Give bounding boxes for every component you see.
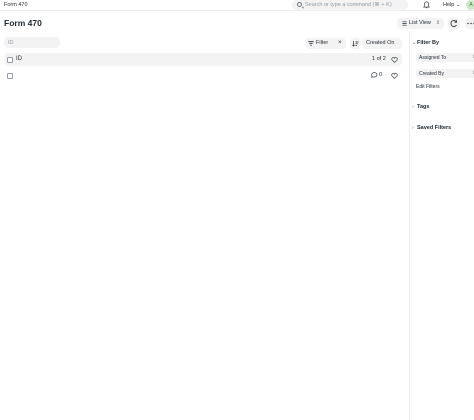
- filter-button[interactable]: Filter ×: [305, 38, 346, 49]
- filter-label: Filter: [316, 40, 329, 46]
- avatar[interactable]: A: [466, 0, 474, 10]
- list-view-label: List View: [409, 20, 431, 26]
- created-by-select[interactable]: Created By ⇕: [416, 69, 474, 78]
- column-header-id[interactable]: ID: [16, 56, 22, 62]
- chevron-down-icon[interactable]: ⌄: [412, 40, 416, 46]
- record-count: 1 of 2: [372, 56, 386, 62]
- chevron-right-icon[interactable]: ›: [412, 104, 414, 110]
- comment-icon: [371, 72, 378, 78]
- refresh-icon: [450, 20, 457, 27]
- edit-filters-link[interactable]: Edit Filters: [416, 84, 440, 90]
- sort-by-label: Created On: [366, 40, 395, 46]
- sort-icon: [352, 41, 359, 47]
- sort-order-button[interactable]: [350, 38, 361, 49]
- separator-dot: ·: [385, 71, 387, 78]
- more-actions-button[interactable]: [465, 18, 474, 29]
- bell-icon[interactable]: [423, 1, 430, 9]
- row-checkbox[interactable]: [7, 72, 13, 79]
- search-bar[interactable]: Search or type a command (⌘ + K): [292, 0, 408, 10]
- page-title: Form 470: [4, 18, 42, 28]
- top-navbar: Form 470 Search or type a command (⌘ + K…: [0, 0, 474, 11]
- tags-heading[interactable]: Tags: [417, 104, 429, 110]
- heart-icon[interactable]: [391, 72, 398, 79]
- sort-by-button[interactable]: Created On: [362, 38, 402, 49]
- list-header: ID 1 of 2: [4, 53, 402, 66]
- search-input[interactable]: Search or type a command (⌘ + K): [305, 2, 392, 8]
- select-all-checkbox[interactable]: [7, 56, 13, 63]
- chevron-updown-icon: ⇕: [436, 19, 441, 26]
- breadcrumb[interactable]: Form 470: [4, 2, 28, 8]
- assigned-to-select[interactable]: Assigned To ⇕: [416, 53, 474, 62]
- list-item[interactable]: 0 ·: [4, 69, 402, 82]
- refresh-button[interactable]: [448, 18, 460, 29]
- help-menu[interactable]: Help ⌄: [443, 2, 460, 8]
- chevron-right-icon[interactable]: ›: [412, 125, 414, 131]
- chevron-down-icon: ⌄: [455, 2, 461, 8]
- filter-by-heading[interactable]: Filter By: [417, 40, 439, 46]
- heart-icon[interactable]: [391, 56, 398, 63]
- saved-filters-heading[interactable]: Saved Filters: [417, 125, 451, 131]
- search-icon: [297, 2, 302, 7]
- id-filter-placeholder: ID: [8, 39, 14, 46]
- help-label: Help: [443, 2, 455, 8]
- list-icon: [402, 21, 407, 26]
- filter-icon: [308, 41, 314, 46]
- created-by-label: Created By: [419, 70, 445, 77]
- sidebar: ⌄ Filter By Assigned To ⇕ Created By ⇕ E…: [409, 31, 474, 420]
- clear-filter-icon[interactable]: ×: [338, 40, 342, 46]
- id-filter-field[interactable]: ID: [4, 37, 60, 48]
- list-view-button[interactable]: List View ⇕: [397, 18, 444, 29]
- more-icon: [467, 22, 474, 25]
- assigned-to-label: Assigned To: [419, 54, 447, 61]
- comment-count: 0: [379, 71, 383, 78]
